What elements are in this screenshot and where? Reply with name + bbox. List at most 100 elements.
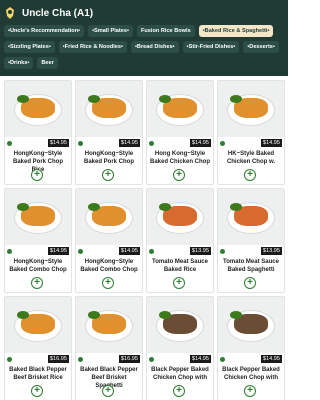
price-tag: $16.95	[47, 355, 69, 363]
menu-item-card[interactable]: $14.95 Hong Kong~Style Baked Chicken Chop…	[146, 80, 214, 185]
category-chip-beer[interactable]: Beer	[37, 57, 58, 69]
info-icon[interactable]	[220, 141, 225, 146]
dish-name: Baked Black Pepper Beef Brisket Rice	[9, 367, 67, 381]
garnish-leaf	[230, 95, 242, 103]
garnish-leaf	[88, 311, 100, 319]
dish-image[interactable]	[147, 297, 213, 353]
menu-item-card[interactable]: $13.95 Tomato Meat Sauce Baked Spaghetti +	[217, 188, 285, 293]
dish-image[interactable]	[147, 189, 213, 245]
menu-item-card[interactable]: $14.95HongKong~Style Baked Pork Chop Ric…	[4, 80, 72, 185]
menu-item-card[interactable]: $14.95 Black Pepper Baked Chicken Chop wi…	[217, 296, 285, 400]
plus-circle-icon[interactable]: +	[244, 277, 256, 289]
dish-image[interactable]	[147, 81, 213, 137]
plus-circle-icon[interactable]: +	[244, 385, 256, 397]
info-icon[interactable]	[220, 249, 225, 254]
category-chip-drinks[interactable]: •Drinks•	[4, 57, 34, 69]
category-nav: •Uncle's Recommendation• •Small Plates• …	[4, 25, 286, 73]
plus-circle-icon[interactable]: +	[31, 277, 43, 289]
uncle-cha-logo-icon	[4, 6, 16, 20]
menu-item-card[interactable]: $14.95 HongKong~Style Baked Combo Chop +	[75, 188, 143, 293]
info-icon[interactable]	[7, 249, 12, 254]
menu-item-card[interactable]: $14.95 HongKong~Style Baked Pork Chop +	[75, 80, 143, 185]
plus-circle-icon[interactable]: +	[173, 169, 185, 181]
garnish-leaf	[17, 311, 29, 319]
category-chip-small-plates[interactable]: •Small Plates•	[88, 25, 133, 37]
dish-image[interactable]	[76, 297, 142, 353]
category-chip-fried-rice-noodles[interactable]: •Fried Rice & Noodles•	[58, 41, 127, 53]
header-title-bar: Uncle Cha (A1)	[4, 4, 93, 22]
menu-item-card[interactable]: $14.95 HongKong~Style Baked Combo Chop +	[4, 188, 72, 293]
category-chip-stir-fried-dishes[interactable]: •Stir-Fried Dishes•	[182, 41, 240, 53]
price-tag: $14.95	[260, 355, 282, 363]
price-tag: $14.95	[260, 139, 282, 147]
garnish-leaf	[88, 95, 100, 103]
info-icon[interactable]	[7, 141, 12, 146]
dish-image[interactable]	[76, 81, 142, 137]
plus-circle-icon[interactable]: +	[102, 385, 114, 397]
plus-circle-icon[interactable]: +	[102, 169, 114, 181]
dish-image[interactable]	[218, 81, 284, 137]
price-tag: $14.95	[47, 139, 69, 147]
category-chip-desserts[interactable]: •Desserts•	[243, 41, 279, 53]
dish-name: HongKong~Style Baked Combo Chop	[9, 259, 67, 273]
garnish-leaf	[230, 311, 242, 319]
menu-item-card[interactable]: $16.95 Baked Black Pepper Beef Brisket Ri…	[4, 296, 72, 400]
price-tag: $13.95	[189, 247, 211, 255]
dish-image[interactable]	[5, 297, 71, 353]
info-icon[interactable]	[7, 357, 12, 362]
dish-image[interactable]	[76, 189, 142, 245]
price-tag: $14.95	[189, 139, 211, 147]
dish-name: HongKong~Style Baked Combo Chop	[80, 259, 138, 273]
dish-name: Black Pepper Baked Chicken Chop with	[151, 367, 209, 381]
dish-name: HK~Style Baked Chicken Chop w.	[226, 151, 276, 165]
category-chip-sizzling-plates[interactable]: •Sizzling Plates•	[4, 41, 55, 53]
dish-image[interactable]	[5, 189, 71, 245]
menu-row: $16.95 Baked Black Pepper Beef Brisket Ri…	[4, 296, 288, 400]
store-title: Uncle Cha (A1)	[22, 7, 94, 19]
plus-circle-icon[interactable]: +	[173, 385, 185, 397]
dish-image[interactable]	[218, 297, 284, 353]
info-icon[interactable]	[78, 141, 83, 146]
garnish-leaf	[17, 95, 29, 103]
dish-name: Tomato Meat Sauce Baked Spaghetti	[223, 259, 279, 273]
category-chip-baked-rice-spaghetti[interactable]: •Baked Rice & Spaghetti•	[198, 25, 274, 37]
plus-circle-icon[interactable]: +	[102, 277, 114, 289]
price-tag: $14.95	[118, 247, 140, 255]
app-header: Uncle Cha (A1) •Uncle's Recommendation• …	[0, 0, 288, 76]
price-tag: $14.95	[118, 139, 140, 147]
menu-row: $14.95 HongKong~Style Baked Combo Chop + $1…	[4, 188, 288, 293]
menu-row: $14.95HongKong~Style Baked Pork Chop Ric…	[4, 80, 288, 185]
garnish-leaf	[17, 203, 29, 211]
info-icon[interactable]	[149, 357, 154, 362]
plus-circle-icon[interactable]: +	[31, 385, 43, 397]
menu-item-card[interactable]: $13.95 Tomato Meat Sauce Baked Rice +	[146, 188, 214, 293]
menu-item-card[interactable]: $16.95Baked Black Pepper Beef Brisket Sp…	[75, 296, 143, 400]
info-icon[interactable]	[149, 249, 154, 254]
price-tag: $14.95	[47, 247, 69, 255]
category-chip-bread-dishes[interactable]: •Bread Dishes•	[130, 41, 179, 53]
menu-grid: $14.95HongKong~Style Baked Pork Chop Ric…	[4, 80, 288, 400]
garnish-leaf	[159, 311, 171, 319]
info-icon[interactable]	[149, 141, 154, 146]
plus-circle-icon[interactable]: +	[244, 169, 256, 181]
dish-image[interactable]	[5, 81, 71, 137]
info-icon[interactable]	[78, 249, 83, 254]
price-tag: $14.95	[189, 355, 211, 363]
garnish-leaf	[230, 203, 242, 211]
price-tag: $16.95	[118, 355, 140, 363]
category-chip-uncles-recommendation[interactable]: •Uncle's Recommendation•	[4, 25, 85, 37]
category-row-2: •Sizzling Plates• •Fried Rice & Noodles•…	[4, 41, 286, 53]
dish-name: Tomato Meat Sauce Baked Rice	[152, 259, 208, 273]
dish-name: HongKong~Style Baked Pork Chop	[83, 151, 134, 165]
info-icon[interactable]	[78, 357, 83, 362]
info-icon[interactable]	[220, 357, 225, 362]
dish-name: Black Pepper Baked Chicken Chop with	[222, 367, 280, 381]
dish-image[interactable]	[218, 189, 284, 245]
menu-item-card[interactable]: $14.95 HK~Style Baked Chicken Chop w. +	[217, 80, 285, 185]
plus-circle-icon[interactable]: +	[31, 169, 43, 181]
garnish-leaf	[159, 95, 171, 103]
category-chip-fusion-rice-bowls[interactable]: Fusion Rice Bowls	[136, 25, 195, 37]
category-row-3: •Drinks• Beer	[4, 57, 286, 69]
menu-item-card[interactable]: $14.95 Black Pepper Baked Chicken Chop wi…	[146, 296, 214, 400]
plus-circle-icon[interactable]: +	[173, 277, 185, 289]
